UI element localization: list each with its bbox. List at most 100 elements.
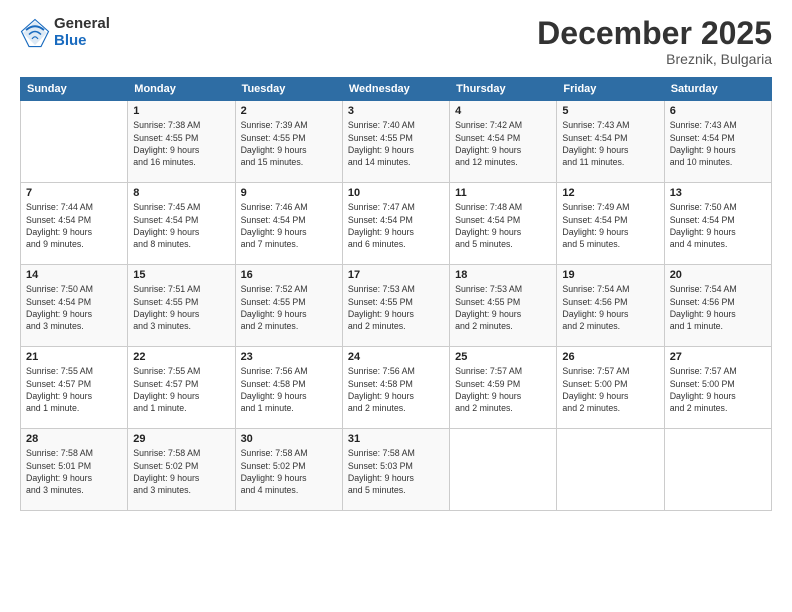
day-number: 29 bbox=[133, 433, 229, 445]
day-info: Sunrise: 7:38 AM Sunset: 4:55 PM Dayligh… bbox=[133, 119, 229, 168]
cell-w2-d2: 16 Sunrise: 7:52 AM Sunset: 4:55 PM Dayli… bbox=[235, 265, 342, 347]
day-number: 24 bbox=[348, 351, 444, 363]
week-row-0: 1 Sunrise: 7:38 AM Sunset: 4:55 PM Daylig… bbox=[21, 101, 772, 183]
cell-w2-d5: 19Sunrise: 7:54 AM Sunset: 4:56 PM Dayli… bbox=[557, 265, 664, 347]
day-info: Sunrise: 7:55 AM Sunset: 4:57 PM Dayligh… bbox=[133, 365, 229, 414]
cell-w0-d5: 5 Sunrise: 7:43 AM Sunset: 4:54 PM Daylig… bbox=[557, 101, 664, 183]
cell-w3-d0: 21 Sunrise: 7:55 AM Sunset: 4:57 PM Dayli… bbox=[21, 347, 128, 429]
day-number: 2 bbox=[241, 105, 337, 117]
day-info: Sunrise: 7:52 AM Sunset: 4:55 PM Dayligh… bbox=[241, 283, 337, 332]
cell-w4-d6 bbox=[664, 429, 771, 511]
header-sunday: Sunday bbox=[21, 78, 128, 101]
week-row-4: 28 Sunrise: 7:58 AM Sunset: 5:01 PM Dayli… bbox=[21, 429, 772, 511]
day-number: 22 bbox=[133, 351, 229, 363]
day-number: 21 bbox=[26, 351, 122, 363]
day-number: 26 bbox=[562, 351, 658, 363]
day-info: Sunrise: 7:43 AM Sunset: 4:54 PM Dayligh… bbox=[562, 119, 658, 168]
day-info: Sunrise: 7:50 AM Sunset: 4:54 PM Dayligh… bbox=[26, 283, 122, 332]
day-number: 23 bbox=[241, 351, 337, 363]
day-info: Sunrise: 7:56 AM Sunset: 4:58 PM Dayligh… bbox=[241, 365, 337, 414]
day-info: Sunrise: 7:49 AM Sunset: 4:54 PM Dayligh… bbox=[562, 201, 658, 250]
day-number: 13 bbox=[670, 187, 766, 199]
header: General Blue December 2025 Breznik, Bulg… bbox=[20, 16, 772, 67]
day-info: Sunrise: 7:39 AM Sunset: 4:55 PM Dayligh… bbox=[241, 119, 337, 168]
day-info: Sunrise: 7:58 AM Sunset: 5:02 PM Dayligh… bbox=[241, 447, 337, 496]
day-info: Sunrise: 7:42 AM Sunset: 4:54 PM Dayligh… bbox=[455, 119, 551, 168]
header-wednesday: Wednesday bbox=[342, 78, 449, 101]
day-info: Sunrise: 7:48 AM Sunset: 4:54 PM Dayligh… bbox=[455, 201, 551, 250]
logo-text: General Blue bbox=[54, 16, 110, 49]
cell-w0-d0 bbox=[21, 101, 128, 183]
cell-w2-d4: 18Sunrise: 7:53 AM Sunset: 4:55 PM Dayli… bbox=[450, 265, 557, 347]
day-number: 10 bbox=[348, 187, 444, 199]
day-number: 15 bbox=[133, 269, 229, 281]
day-number: 5 bbox=[562, 105, 658, 117]
cell-w2-d6: 20 Sunrise: 7:54 AM Sunset: 4:56 PM Dayli… bbox=[664, 265, 771, 347]
header-saturday: Saturday bbox=[664, 78, 771, 101]
day-number: 27 bbox=[670, 351, 766, 363]
logo-icon bbox=[20, 18, 50, 48]
cell-w3-d6: 27Sunrise: 7:57 AM Sunset: 5:00 PM Dayli… bbox=[664, 347, 771, 429]
day-number: 17 bbox=[348, 269, 444, 281]
cell-w1-d0: 7Sunrise: 7:44 AM Sunset: 4:54 PM Daylig… bbox=[21, 183, 128, 265]
cell-w3-d5: 26 Sunrise: 7:57 AM Sunset: 5:00 PM Dayli… bbox=[557, 347, 664, 429]
header-thursday: Thursday bbox=[450, 78, 557, 101]
day-number: 11 bbox=[455, 187, 551, 199]
day-info: Sunrise: 7:58 AM Sunset: 5:02 PM Dayligh… bbox=[133, 447, 229, 496]
day-number: 6 bbox=[670, 105, 766, 117]
day-info: Sunrise: 7:58 AM Sunset: 5:01 PM Dayligh… bbox=[26, 447, 122, 496]
cell-w4-d4 bbox=[450, 429, 557, 511]
day-number: 28 bbox=[26, 433, 122, 445]
week-row-1: 7Sunrise: 7:44 AM Sunset: 4:54 PM Daylig… bbox=[21, 183, 772, 265]
day-info: Sunrise: 7:51 AM Sunset: 4:55 PM Dayligh… bbox=[133, 283, 229, 332]
cell-w0-d1: 1 Sunrise: 7:38 AM Sunset: 4:55 PM Daylig… bbox=[128, 101, 235, 183]
day-number: 20 bbox=[670, 269, 766, 281]
day-number: 3 bbox=[348, 105, 444, 117]
cell-w4-d0: 28 Sunrise: 7:58 AM Sunset: 5:01 PM Dayli… bbox=[21, 429, 128, 511]
day-info: Sunrise: 7:57 AM Sunset: 5:00 PM Dayligh… bbox=[562, 365, 658, 414]
day-number: 12 bbox=[562, 187, 658, 199]
cell-w3-d1: 22 Sunrise: 7:55 AM Sunset: 4:57 PM Dayli… bbox=[128, 347, 235, 429]
day-number: 18 bbox=[455, 269, 551, 281]
cell-w3-d4: 25Sunrise: 7:57 AM Sunset: 4:59 PM Dayli… bbox=[450, 347, 557, 429]
day-info: Sunrise: 7:46 AM Sunset: 4:54 PM Dayligh… bbox=[241, 201, 337, 250]
cell-w0-d6: 6Sunrise: 7:43 AM Sunset: 4:54 PM Daylig… bbox=[664, 101, 771, 183]
day-info: Sunrise: 7:57 AM Sunset: 4:59 PM Dayligh… bbox=[455, 365, 551, 414]
cell-w1-d3: 10 Sunrise: 7:47 AM Sunset: 4:54 PM Dayli… bbox=[342, 183, 449, 265]
month-title: December 2025 bbox=[537, 16, 772, 51]
day-info: Sunrise: 7:50 AM Sunset: 4:54 PM Dayligh… bbox=[670, 201, 766, 250]
day-info: Sunrise: 7:56 AM Sunset: 4:58 PM Dayligh… bbox=[348, 365, 444, 414]
header-tuesday: Tuesday bbox=[235, 78, 342, 101]
cell-w4-d2: 30 Sunrise: 7:58 AM Sunset: 5:02 PM Dayli… bbox=[235, 429, 342, 511]
header-monday: Monday bbox=[128, 78, 235, 101]
calendar-body: 1 Sunrise: 7:38 AM Sunset: 4:55 PM Daylig… bbox=[21, 101, 772, 511]
day-info: Sunrise: 7:45 AM Sunset: 4:54 PM Dayligh… bbox=[133, 201, 229, 250]
day-number: 31 bbox=[348, 433, 444, 445]
day-number: 16 bbox=[241, 269, 337, 281]
cell-w2-d1: 15 Sunrise: 7:51 AM Sunset: 4:55 PM Dayli… bbox=[128, 265, 235, 347]
day-number: 4 bbox=[455, 105, 551, 117]
day-info: Sunrise: 7:54 AM Sunset: 4:56 PM Dayligh… bbox=[670, 283, 766, 332]
day-info: Sunrise: 7:40 AM Sunset: 4:55 PM Dayligh… bbox=[348, 119, 444, 168]
day-info: Sunrise: 7:47 AM Sunset: 4:54 PM Dayligh… bbox=[348, 201, 444, 250]
header-row: Sunday Monday Tuesday Wednesday Thursday… bbox=[21, 78, 772, 101]
cell-w2-d3: 17 Sunrise: 7:53 AM Sunset: 4:55 PM Dayli… bbox=[342, 265, 449, 347]
day-info: Sunrise: 7:55 AM Sunset: 4:57 PM Dayligh… bbox=[26, 365, 122, 414]
logo-general-text: General bbox=[54, 16, 110, 33]
title-block: December 2025 Breznik, Bulgaria bbox=[537, 16, 772, 67]
cell-w1-d1: 8Sunrise: 7:45 AM Sunset: 4:54 PM Daylig… bbox=[128, 183, 235, 265]
day-number: 9 bbox=[241, 187, 337, 199]
day-number: 1 bbox=[133, 105, 229, 117]
calendar-table: Sunday Monday Tuesday Wednesday Thursday… bbox=[20, 77, 772, 511]
cell-w0-d3: 3 Sunrise: 7:40 AM Sunset: 4:55 PM Daylig… bbox=[342, 101, 449, 183]
cell-w0-d2: 2 Sunrise: 7:39 AM Sunset: 4:55 PM Daylig… bbox=[235, 101, 342, 183]
week-row-2: 14Sunrise: 7:50 AM Sunset: 4:54 PM Dayli… bbox=[21, 265, 772, 347]
week-row-3: 21 Sunrise: 7:55 AM Sunset: 4:57 PM Dayli… bbox=[21, 347, 772, 429]
day-number: 30 bbox=[241, 433, 337, 445]
cell-w3-d3: 24 Sunrise: 7:56 AM Sunset: 4:58 PM Dayli… bbox=[342, 347, 449, 429]
logo-blue-text: Blue bbox=[54, 33, 110, 50]
location: Breznik, Bulgaria bbox=[537, 51, 772, 67]
header-friday: Friday bbox=[557, 78, 664, 101]
cell-w1-d4: 11 Sunrise: 7:48 AM Sunset: 4:54 PM Dayli… bbox=[450, 183, 557, 265]
day-info: Sunrise: 7:53 AM Sunset: 4:55 PM Dayligh… bbox=[348, 283, 444, 332]
